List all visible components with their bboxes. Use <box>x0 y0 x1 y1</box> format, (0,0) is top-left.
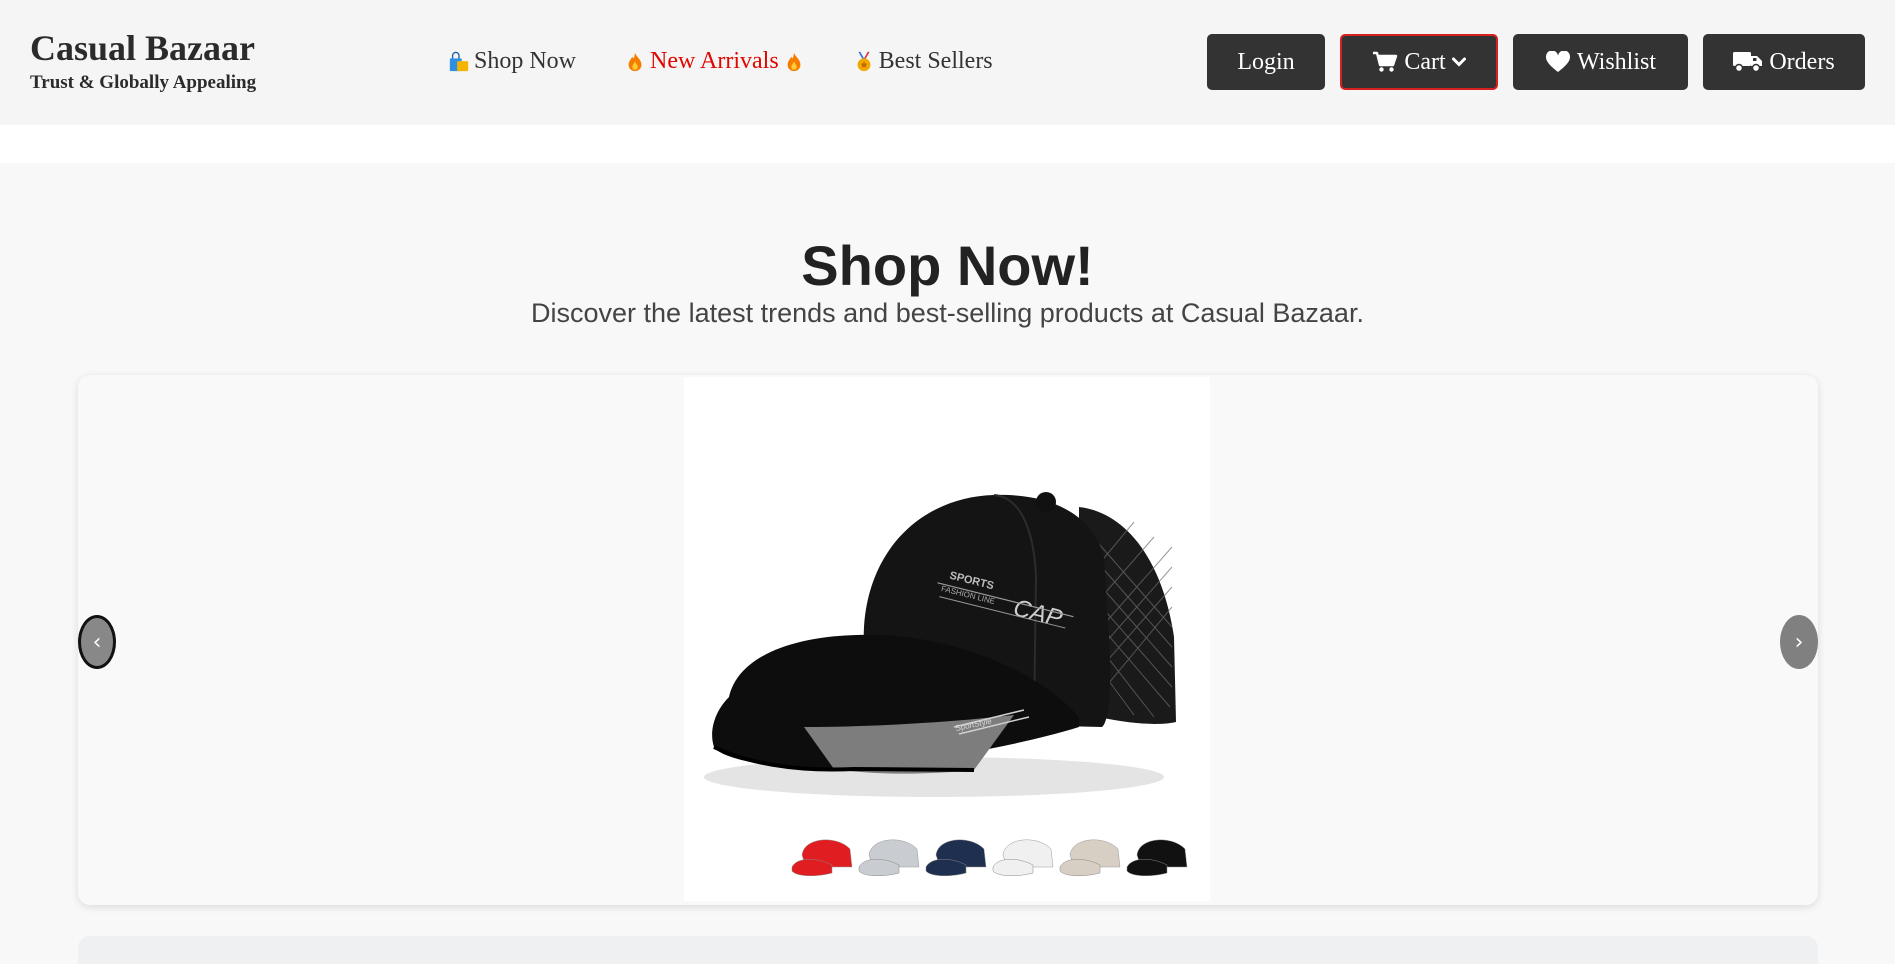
heart-icon <box>1545 51 1570 72</box>
orders-label: Orders <box>1769 48 1835 75</box>
orders-button[interactable]: Orders <box>1703 34 1865 90</box>
wishlist-label: Wishlist <box>1576 48 1657 75</box>
truck-icon <box>1733 52 1763 73</box>
product-image: SPORTS FASHION LINE CAP SportStyle <box>704 492 1188 876</box>
brand[interactable]: Casual Bazaar Trust & Globally Appealing <box>30 30 256 94</box>
login-button[interactable]: Login <box>1207 34 1325 90</box>
medal-icon <box>857 51 871 71</box>
hero-subtitle: Discover the latest trends and best-sell… <box>531 298 1364 328</box>
nav-shop-now[interactable]: Shop Now <box>448 48 576 75</box>
header-actions: Login Cart Wishlist Orders <box>1207 34 1865 90</box>
nav-best-sellers[interactable]: Best Sellers <box>853 48 993 75</box>
color-swatch[interactable] <box>791 839 853 876</box>
color-swatch[interactable] <box>1059 839 1121 876</box>
site-header: Casual Bazaar Trust & Globally Appealing… <box>0 0 1895 125</box>
carousel-next-button[interactable]: › <box>1780 615 1818 669</box>
cart-icon <box>1373 51 1398 72</box>
product-carousel: SPORTS FASHION LINE CAP SportStyle ‹ › <box>78 375 1818 905</box>
cart-label: Cart <box>1404 48 1446 75</box>
main-nav: Shop Now New Arrivals Best Sellers <box>448 48 993 75</box>
fire-icon <box>628 52 642 71</box>
nav-new-arrivals[interactable]: New Arrivals <box>624 48 805 75</box>
carousel-slide[interactable]: SPORTS FASHION LINE CAP SportStyle <box>684 377 1210 901</box>
color-swatches <box>791 839 1188 876</box>
nav-label: Best Sellers <box>878 48 993 74</box>
wishlist-button[interactable]: Wishlist <box>1513 34 1688 90</box>
nav-label: Shop Now <box>474 48 577 74</box>
next-section <box>78 936 1818 964</box>
brand-name[interactable]: Casual Bazaar <box>30 30 256 66</box>
brand-tagline: Trust & Globally Appealing <box>30 72 257 93</box>
hero-title: Shop Now! <box>801 234 1094 297</box>
header-spacer <box>0 125 1895 163</box>
color-swatch[interactable] <box>925 839 987 876</box>
color-swatch[interactable] <box>992 839 1054 876</box>
fire-icon <box>787 52 801 71</box>
color-swatch[interactable] <box>858 839 920 876</box>
shopping-bags-icon <box>449 51 469 71</box>
login-label: Login <box>1237 48 1295 75</box>
chevron-down-icon <box>1451 57 1466 67</box>
color-swatch[interactable] <box>1126 839 1188 876</box>
carousel-prev-button[interactable]: ‹ <box>78 615 116 669</box>
nav-label: New Arrivals <box>650 48 779 74</box>
cart-button[interactable]: Cart <box>1340 34 1498 90</box>
